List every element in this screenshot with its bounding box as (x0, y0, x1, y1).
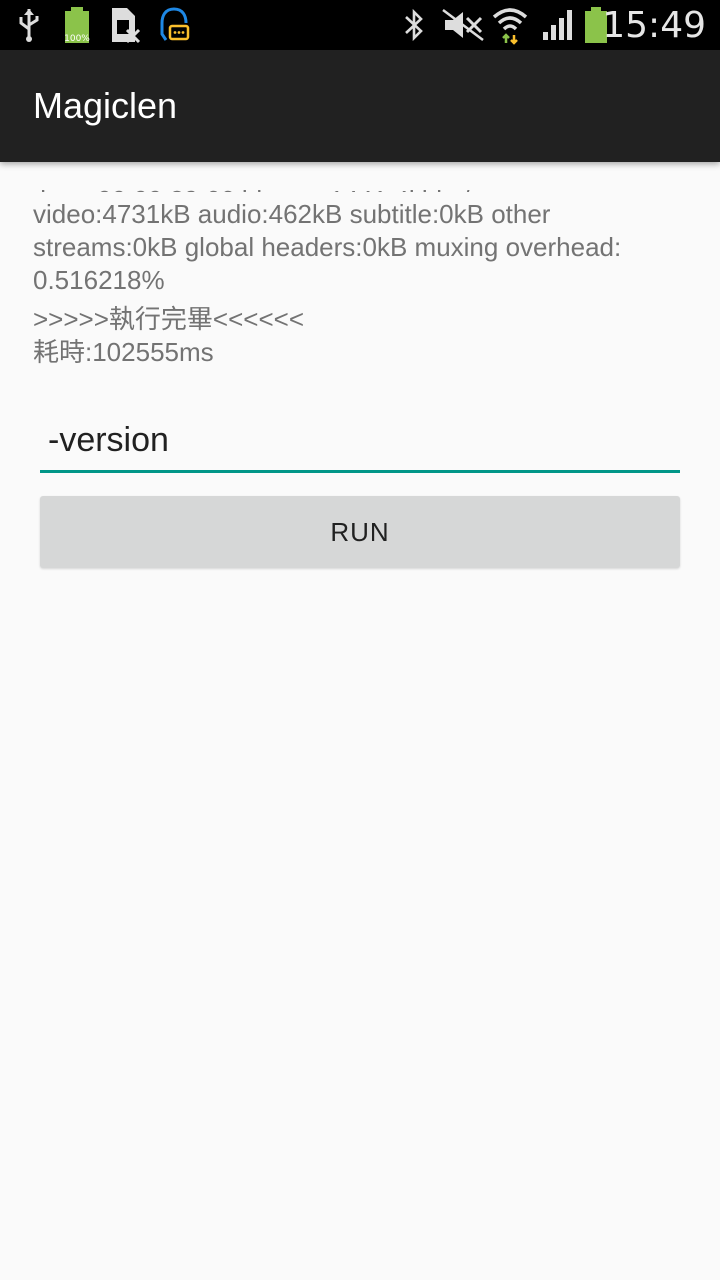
app-bar: Magiclen (0, 50, 720, 162)
command-input[interactable] (48, 412, 668, 468)
wifi-icon (490, 0, 530, 50)
status-time: 15:49 (602, 5, 706, 46)
log-done: >>>>>執行完畢<<<<<< (33, 304, 305, 334)
log-elapsed: 耗時:102555ms (33, 337, 214, 367)
log-line-partial-text: time=00:00:29.66 bitrate=1441.4kbits/s (33, 184, 483, 192)
output-log: time=00:00:29.66 bitrate=1441.4kbits/s v… (33, 162, 693, 369)
usb-icon (14, 0, 44, 50)
sim-off-icon (108, 0, 144, 50)
battery-badge: 100% (64, 34, 90, 44)
app-title: Magiclen (33, 85, 178, 126)
log-line-partial: time=00:00:29.66 bitrate=1441.4kbits/s (33, 162, 693, 192)
run-button[interactable]: RUN (40, 496, 680, 568)
command-input-field (40, 412, 680, 473)
mute-icon (440, 0, 486, 50)
status-bar: 100% 15:49 (0, 0, 720, 50)
log-summary: video:4731kB audio:462kB subtitle:0kB ot… (33, 199, 622, 295)
bluetooth-icon (400, 0, 428, 50)
battery-icon: 100% (60, 0, 94, 50)
chat-icon (156, 0, 192, 50)
signal-icon (540, 0, 576, 50)
content-area: time=00:00:29.66 bitrate=1441.4kbits/s v… (0, 162, 720, 1280)
